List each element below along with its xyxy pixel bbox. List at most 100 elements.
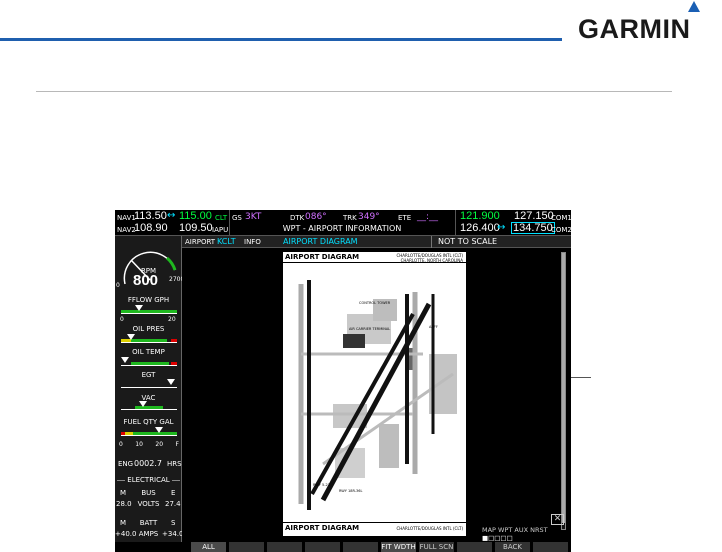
softkey-all[interactable]: ALL xyxy=(190,542,226,552)
oil-pres-label: OIL PRES xyxy=(132,325,165,333)
not-to-scale: NOT TO SCALE xyxy=(438,237,498,246)
engine-indication-strip: RPM 2700 0 800 FFLOW GPH 0 20 OIL PRES O… xyxy=(115,236,184,542)
airport-ident[interactable]: KCLT xyxy=(217,236,236,248)
top-status-bar: NAV1 113.50 ↔ 115.00 CLT NAV2 108.90 109… xyxy=(115,210,571,236)
softkey-fit-width[interactable]: FIT WDTH xyxy=(380,542,416,552)
diagram-title-top: AIRPORT DIAGRAM xyxy=(285,253,360,261)
oil-temp-gauge xyxy=(121,357,177,366)
egt-label: EGT xyxy=(141,371,156,379)
nav2-ident: IAPU xyxy=(212,226,229,234)
gs-label: GS xyxy=(232,214,242,222)
com2-active-freq[interactable]: 126.400 xyxy=(460,223,500,234)
ete-value: __:__ xyxy=(417,212,439,222)
garmin-logo: GARMIN xyxy=(578,14,691,44)
volts-e: 27.4 xyxy=(165,500,181,508)
nav1-ident: CLT xyxy=(215,214,228,222)
info-page-selector[interactable]: AIRPORT DIAGRAM xyxy=(283,236,358,248)
divider xyxy=(283,262,466,263)
airport-diagram[interactable]: AIRPORT DIAGRAM CHARLOTTE/DOUGLAS INTL (… xyxy=(283,252,466,536)
divider xyxy=(431,236,432,248)
swap-arrow-icon: ↔ xyxy=(167,210,176,221)
egt-gauge xyxy=(121,379,177,388)
page-title: WPT - AIRPORT INFORMATION xyxy=(282,224,402,233)
garmin-logo-triangle-icon xyxy=(688,1,700,12)
trk-label: TRK xyxy=(343,214,357,222)
fuel-tick: 10 xyxy=(135,441,143,448)
com1-active-freq[interactable]: 121.900 xyxy=(460,211,500,222)
airport-info-bar: AIRPORT KCLT INFO AIRPORT DIAGRAM NOT TO… xyxy=(182,236,571,248)
mfd-display: NAV1 113.50 ↔ 115.00 CLT NAV2 108.90 109… xyxy=(115,210,571,552)
nav2-standby-freq[interactable]: 108.90 xyxy=(134,223,168,234)
oil-temp-label: OIL TEMP xyxy=(132,348,165,356)
fuel-qty-label: FUEL QTY GAL xyxy=(123,418,174,426)
nav1-standby-freq[interactable]: 113.50 xyxy=(134,211,167,222)
fflow-max: 20 xyxy=(168,316,176,323)
info-label: INFO xyxy=(244,238,261,246)
diagram-airport-name-bottom: CHARLOTTE/DOUGLAS INTL (CLT) xyxy=(396,526,463,531)
softkey-bar: ALL FIT WDTH FULL SCN BACK xyxy=(115,542,571,552)
trk-value: 349° xyxy=(358,212,380,222)
dtk-value: 086° xyxy=(305,212,327,222)
com1-standby-freq[interactable]: 127.150 xyxy=(514,211,554,222)
diagram-title-bottom: AIRPORT DIAGRAM xyxy=(285,524,360,532)
softkey-5[interactable] xyxy=(342,542,378,552)
fuel-tick: F xyxy=(175,441,179,448)
bus-e: E xyxy=(171,489,176,497)
ete-label: ETE xyxy=(398,214,412,222)
header-rule xyxy=(0,38,562,41)
nav2-active-freq[interactable]: 109.50 xyxy=(179,223,213,234)
electrical-label: ELECTRICAL xyxy=(125,476,172,484)
nav1-active-freq[interactable]: 115.00 xyxy=(179,211,212,222)
eng-label: ENG xyxy=(118,460,134,468)
softkey-4[interactable] xyxy=(304,542,340,552)
fuel-tick: 0 xyxy=(119,441,123,448)
page-group-indicator: MAP WPT AUX NRST ■□□□□ xyxy=(482,526,571,542)
svg-text:RWY 5-23: RWY 5-23 xyxy=(313,483,330,487)
nav1-label: NAV1 xyxy=(117,214,136,222)
close-icon[interactable]: ✕ xyxy=(551,514,564,525)
rpm-min: 0 xyxy=(116,282,120,289)
fflow-gauge xyxy=(121,305,177,314)
fuel-ticks: 0 10 20 F xyxy=(119,441,179,448)
dtk-label: DTK xyxy=(290,214,305,222)
gs-value: 3KT xyxy=(245,212,262,222)
page-group-label: MAP WPT AUX NRST xyxy=(482,526,548,534)
eng-hours: 0002.7 xyxy=(134,459,162,468)
fflow-min: 0 xyxy=(120,316,124,323)
batt-s: S xyxy=(171,519,176,527)
fuel-tick: 20 xyxy=(155,441,164,448)
softkey-full-screen[interactable]: FULL SCN xyxy=(418,542,454,552)
airport-label: AIRPORT xyxy=(185,238,216,246)
divider xyxy=(455,210,456,236)
callout-line xyxy=(571,377,591,378)
amps-s: +34.0 xyxy=(162,530,184,538)
oil-pres-gauge xyxy=(121,334,177,343)
runway-layout: CONTROL TOWER AIR CARRIER TERMINAL ARFF … xyxy=(298,280,457,510)
softkey-2[interactable] xyxy=(228,542,264,552)
softkey-8[interactable] xyxy=(456,542,492,552)
svg-text:CONTROL TOWER: CONTROL TOWER xyxy=(359,301,391,305)
svg-text:ARFF: ARFF xyxy=(429,325,438,329)
nav2-label: NAV2 xyxy=(117,226,136,234)
com2-label: COM2 xyxy=(551,226,571,234)
svg-text:AIR CARRIER TERMINAL: AIR CARRIER TERMINAL xyxy=(349,327,390,331)
scrollbar[interactable] xyxy=(561,252,566,530)
divider xyxy=(229,210,230,236)
vac-gauge xyxy=(121,401,177,410)
fuel-qty-gauge xyxy=(121,427,177,436)
softkey-back[interactable]: BACK xyxy=(494,542,530,552)
rpm-value: 800 xyxy=(133,272,159,289)
vac-label: VAC xyxy=(141,394,156,402)
section-divider xyxy=(36,91,672,92)
softkey-10[interactable] xyxy=(532,542,568,552)
divider xyxy=(283,522,466,523)
fflow-label: FFLOW GPH xyxy=(127,296,170,304)
svg-text:RWY 18R-36L: RWY 18R-36L xyxy=(339,489,362,493)
eng-unit: HRS xyxy=(167,460,182,468)
airport-diagram-area: AIRPORT DIAGRAM CHARLOTTE/DOUGLAS INTL (… xyxy=(182,248,571,542)
softkey-3[interactable] xyxy=(266,542,302,552)
swap-arrow-icon: ↔ xyxy=(497,222,506,233)
page-dots-icon: ■□□□□ xyxy=(482,534,513,542)
com2-standby-freq[interactable]: 134.750 xyxy=(511,222,555,234)
scrollbar-thumb[interactable] xyxy=(562,253,565,523)
